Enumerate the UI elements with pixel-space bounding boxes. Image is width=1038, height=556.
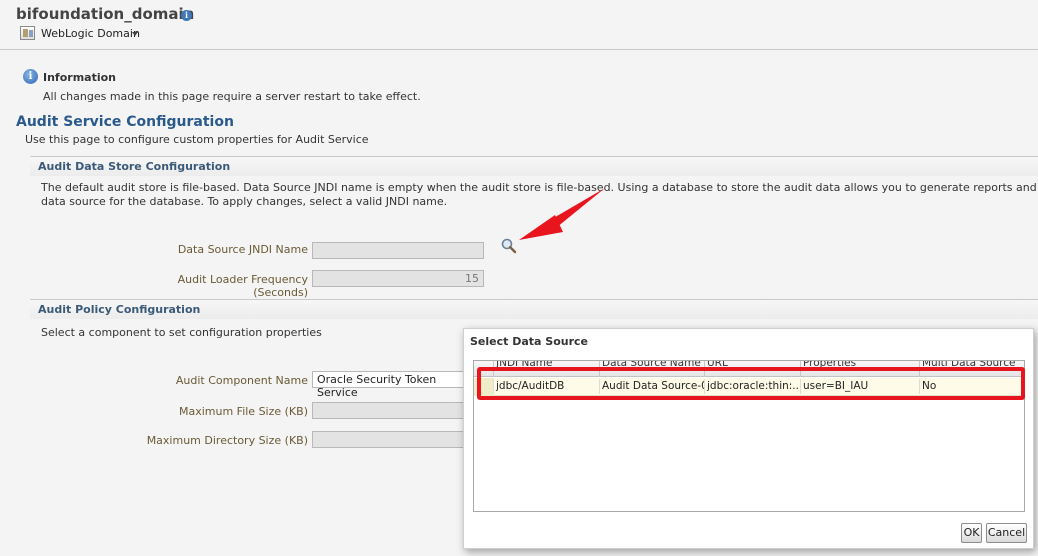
select-data-source-dialog: Select Data Source JNDI Name Data Source… (463, 328, 1034, 549)
loader-frequency-label: Audit Loader Frequency (Seconds) (177, 273, 308, 299)
domain-title: bifoundation_domain (16, 5, 195, 23)
data-store-section-title: Audit Data Store Configuration (38, 160, 231, 173)
loader-frequency-input[interactable]: 15 (312, 270, 484, 287)
highlight-box (477, 367, 1025, 400)
info-text: All changes made in this page require a … (43, 90, 421, 103)
page-header: bifoundation_domain i WebLogic Domain (0, 0, 1038, 50)
page: bifoundation_domain i WebLogic Domain i … (0, 0, 1038, 556)
dialog-title: Select Data Source (470, 335, 589, 348)
component-name-label: Audit Component Name (175, 374, 308, 387)
data-store-section-header: Audit Data Store Configuration (30, 156, 1038, 176)
cancel-button[interactable]: Cancel (986, 523, 1027, 543)
info-title: Information (43, 71, 116, 84)
max-file-size-label: Maximum File Size (KB) (178, 405, 308, 418)
chevron-down-icon[interactable] (132, 32, 138, 36)
ok-button[interactable]: OK (961, 523, 982, 543)
max-file-size-input[interactable] (312, 402, 472, 419)
weblogic-domain-icon (20, 26, 35, 40)
information-icon: i (23, 69, 38, 84)
max-directory-size-label: Maximum Directory Size (KB) (146, 434, 308, 447)
page-title: Audit Service Configuration (16, 114, 234, 130)
weblogic-domain-menu[interactable]: WebLogic Domain (41, 27, 140, 40)
jndi-name-label: Data Source JNDI Name (177, 243, 308, 256)
max-directory-size-input[interactable] (312, 431, 472, 448)
jndi-name-input[interactable] (312, 242, 484, 259)
page-subtitle: Use this page to configure custom proper… (25, 133, 369, 146)
component-name-select[interactable]: Oracle Security Token Service (312, 371, 472, 399)
policy-section-title: Audit Policy Configuration (38, 303, 201, 316)
info-icon[interactable]: i (181, 10, 192, 21)
annotation-arrow (519, 188, 605, 240)
policy-description: Select a component to set configuration … (41, 326, 322, 339)
policy-section-header: Audit Policy Configuration (30, 299, 1038, 319)
